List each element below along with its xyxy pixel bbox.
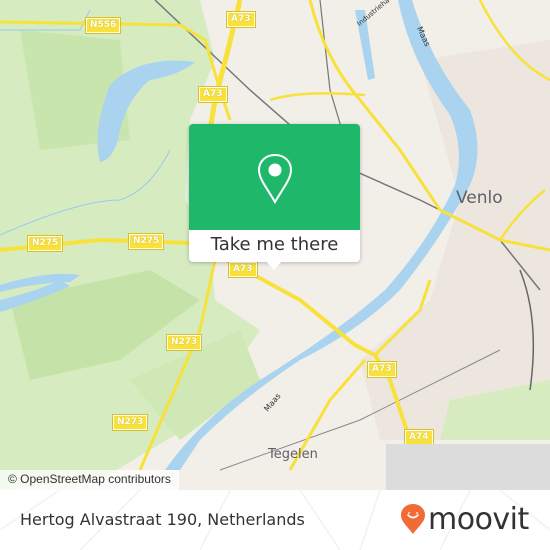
map-view[interactable]: N556 A73 A73 N275 N275 A73 N273 N273 A73…	[0, 0, 550, 490]
road-shield-n275: N275	[26, 235, 64, 252]
moovit-wordmark: moovit	[428, 501, 529, 537]
take-me-there-button[interactable]: Take me there	[189, 230, 360, 262]
road-shield-n275: N275	[127, 233, 165, 250]
road-shield-a73: A73	[198, 86, 228, 103]
place-label-venlo: Venlo	[456, 188, 503, 208]
road-shield-a74: A74	[404, 429, 434, 446]
popup-header	[189, 124, 360, 230]
footer-bar: Hertog Alvastraat 190, Netherlands moovi…	[0, 490, 550, 550]
popup-pointer	[265, 260, 283, 270]
road-shield-a73: A73	[228, 261, 258, 278]
map-pin-icon	[257, 153, 293, 205]
map-card: N556 A73 A73 N275 N275 A73 N273 N273 A73…	[0, 0, 550, 550]
place-label-tegelen: Tegelen	[268, 447, 318, 462]
moovit-pin-icon	[401, 504, 425, 534]
map-attribution[interactable]: © OpenStreetMap contributors	[0, 470, 179, 490]
railway	[319, 0, 346, 141]
road-shield-a73: A73	[226, 11, 256, 28]
road-shield-n556: N556	[84, 17, 122, 34]
address-text: Hertog Alvastraat 190, Netherlands	[20, 510, 305, 529]
unloaded-tile	[386, 444, 550, 490]
road-shield-a73: A73	[367, 361, 397, 378]
road-shield-n273: N273	[111, 414, 149, 431]
moovit-logo[interactable]: moovit	[400, 501, 529, 537]
road	[269, 92, 366, 102]
road-shield-n273: N273	[165, 334, 203, 351]
location-popup: Take me there	[189, 124, 360, 270]
